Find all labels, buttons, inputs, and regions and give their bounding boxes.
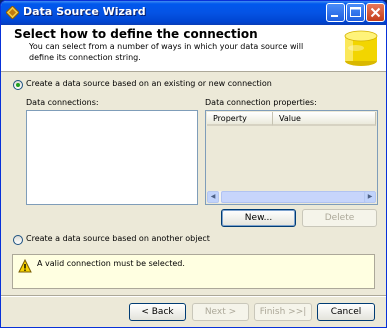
page-description: You can select from a number of ways in … [29, 42, 304, 62]
other-object-radio[interactable] [13, 235, 23, 245]
finish-button[interactable]: Finish >>| [254, 303, 312, 321]
wizard-app-icon [6, 6, 19, 19]
scroll-right-button[interactable]: ▶ [364, 191, 376, 203]
new-connection-button[interactable]: New... [221, 209, 296, 227]
close-icon [370, 7, 381, 18]
connection-properties-label: Data connection properties: [205, 98, 317, 107]
minimize-icon [331, 15, 338, 17]
wizard-window: Data Source Wizard Select how to define … [0, 0, 387, 328]
maximize-button[interactable] [346, 3, 365, 22]
properties-horizontal-scrollbar[interactable]: ◀ ▶ [207, 191, 376, 203]
data-connections-list[interactable] [26, 110, 198, 205]
connection-properties-grid[interactable]: Property Value ◀ ▶ [205, 110, 378, 205]
validation-message: A valid connection must be selected. [37, 259, 185, 268]
cancel-button[interactable]: Cancel [317, 303, 375, 321]
property-column-header[interactable]: Property [207, 112, 273, 126]
window-title: Data Source Wizard [23, 5, 146, 18]
scroll-left-button[interactable]: ◀ [207, 191, 219, 203]
validation-message-panel: A valid connection must be selected. [12, 254, 375, 289]
title-bar[interactable]: Data Source Wizard [1, 1, 386, 25]
value-column-header[interactable]: Value [273, 112, 376, 126]
maximize-icon [350, 7, 361, 17]
page-title: Select how to define the connection [14, 27, 258, 41]
data-connections-label: Data connections: [26, 98, 99, 107]
warning-icon [18, 259, 32, 273]
scroll-thumb[interactable] [221, 191, 369, 203]
close-button[interactable] [366, 3, 385, 22]
back-button[interactable]: < Back [129, 303, 186, 321]
existing-connection-label[interactable]: Create a data source based on an existin… [26, 79, 272, 88]
radio-selected-dot [16, 83, 20, 87]
wizard-header: Select how to define the connection You … [1, 25, 386, 72]
database-icon [344, 30, 378, 66]
other-object-label[interactable]: Create a data source based on another ob… [26, 234, 210, 243]
minimize-button[interactable] [326, 3, 345, 22]
existing-connection-radio[interactable] [13, 80, 23, 90]
delete-connection-button[interactable]: Delete [302, 209, 377, 227]
next-button[interactable]: Next > [192, 303, 249, 321]
footer-separator [1, 295, 386, 297]
